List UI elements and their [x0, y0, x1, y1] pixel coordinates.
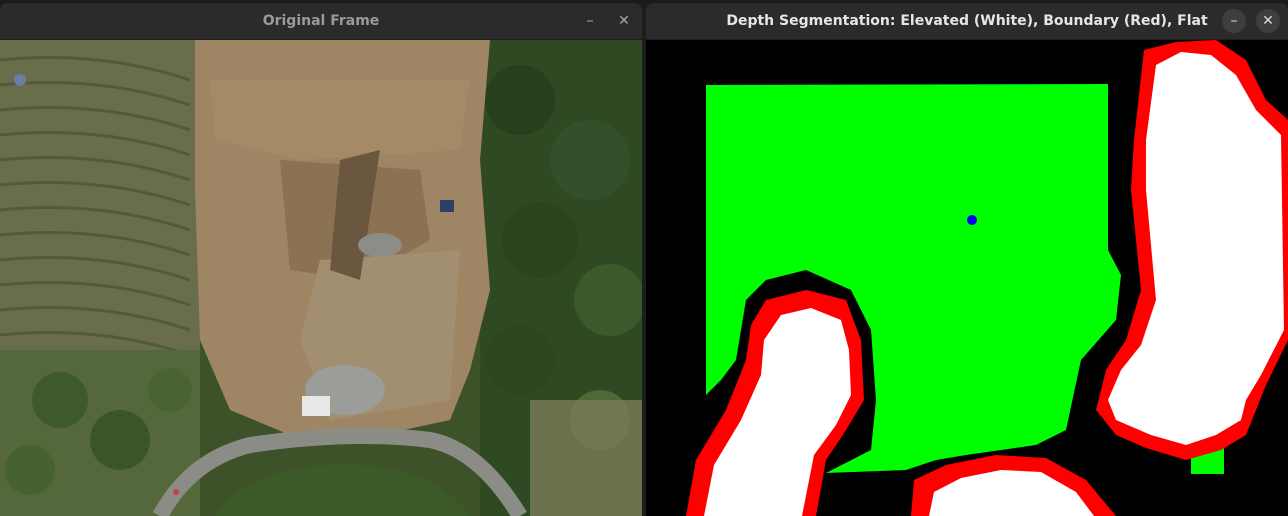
close-icon: ✕ — [1262, 13, 1274, 29]
aerial-photo — [0, 40, 642, 516]
close-button[interactable]: ✕ — [612, 9, 636, 33]
original-frame-image — [0, 40, 642, 516]
minimize-icon: – — [586, 13, 594, 29]
segmentation-image — [646, 40, 1288, 516]
close-icon: ✕ — [618, 13, 630, 29]
original-frame-window[interactable]: Original Frame – ✕ — [0, 3, 642, 516]
minimize-button[interactable]: – — [578, 9, 602, 33]
depth-segmentation-titlebar[interactable]: Depth Segmentation: Elevated (White), Bo… — [646, 3, 1288, 65]
original-frame-titlebar[interactable]: Original Frame – ✕ — [0, 3, 642, 40]
depth-segmentation-window[interactable]: Depth Segmentation: Elevated (White), Bo… — [646, 3, 1288, 516]
close-button[interactable]: ✕ — [1256, 9, 1280, 33]
segmentation-mask — [646, 40, 1288, 516]
minimize-button[interactable]: – — [1222, 9, 1246, 33]
center-marker — [967, 215, 977, 225]
window-title: Original Frame — [262, 13, 380, 29]
minimize-icon: – — [1230, 13, 1238, 29]
window-title: Depth Segmentation: Elevated (White), Bo… — [726, 13, 1208, 65]
